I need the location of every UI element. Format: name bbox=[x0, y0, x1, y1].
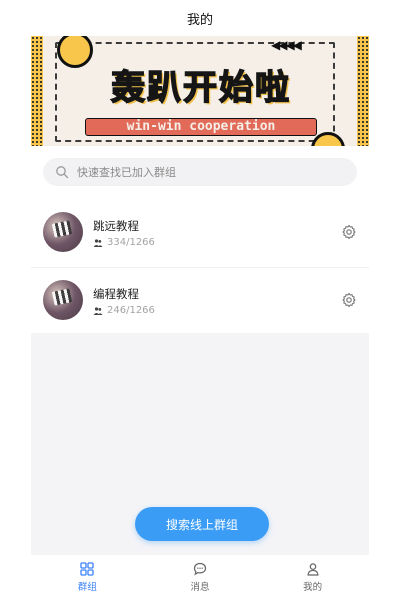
group-member-count: 246/1266 bbox=[93, 305, 155, 316]
gear-icon[interactable] bbox=[341, 224, 357, 240]
banner-subline: win-win cooperation bbox=[85, 118, 317, 136]
chat-icon bbox=[193, 562, 207, 576]
group-avatar bbox=[43, 212, 83, 252]
app-root: 我的 ◀◀◀◀ 轰趴开始啦 win-win cooperation 快速查找已加… bbox=[31, 0, 369, 600]
group-name: 跳远教程 bbox=[93, 219, 139, 233]
group-member-count: 334/1266 bbox=[93, 237, 155, 248]
bottom-tab-bar: 群组 消息 我的 bbox=[31, 555, 369, 600]
group-item[interactable]: 编程教程 246/1266 bbox=[31, 267, 369, 332]
user-icon bbox=[306, 562, 320, 576]
group-name: 编程教程 bbox=[93, 287, 139, 301]
clapperboard-icon bbox=[51, 288, 73, 306]
tab-label: 我的 bbox=[303, 582, 323, 593]
grid-icon bbox=[80, 562, 94, 576]
members-icon bbox=[93, 306, 103, 316]
tab-messages[interactable]: 消息 bbox=[144, 555, 257, 600]
page-title: 我的 bbox=[31, 0, 369, 36]
members-icon bbox=[93, 238, 103, 248]
gear-icon[interactable] bbox=[341, 292, 357, 308]
group-avatar bbox=[43, 280, 83, 320]
tab-label: 消息 bbox=[190, 582, 210, 593]
search-input[interactable]: 快速查找已加入群组 bbox=[43, 158, 357, 186]
tab-profile[interactable]: 我的 bbox=[256, 555, 369, 600]
banner-headline: 轰趴开始啦 bbox=[110, 67, 291, 109]
tab-label: 群组 bbox=[77, 582, 97, 593]
search-icon bbox=[55, 165, 69, 179]
group-members-text: 246/1266 bbox=[107, 305, 155, 316]
banner-dotted-edge-left bbox=[31, 36, 43, 146]
search-placeholder: 快速查找已加入群组 bbox=[77, 166, 176, 179]
tab-groups[interactable]: 群组 bbox=[31, 555, 144, 600]
promo-banner[interactable]: ◀◀◀◀ 轰趴开始啦 win-win cooperation bbox=[31, 36, 369, 146]
banner-dotted-edge-right bbox=[357, 36, 369, 146]
banner-arrows: ◀◀◀◀ bbox=[271, 38, 302, 52]
group-members-text: 334/1266 bbox=[107, 237, 155, 248]
page-title-text: 我的 bbox=[186, 12, 213, 28]
group-item[interactable]: 跳远教程 334/1266 bbox=[31, 200, 369, 264]
clapperboard-icon bbox=[51, 220, 73, 238]
search-online-groups-button[interactable]: 搜索线上群组 bbox=[135, 507, 269, 541]
